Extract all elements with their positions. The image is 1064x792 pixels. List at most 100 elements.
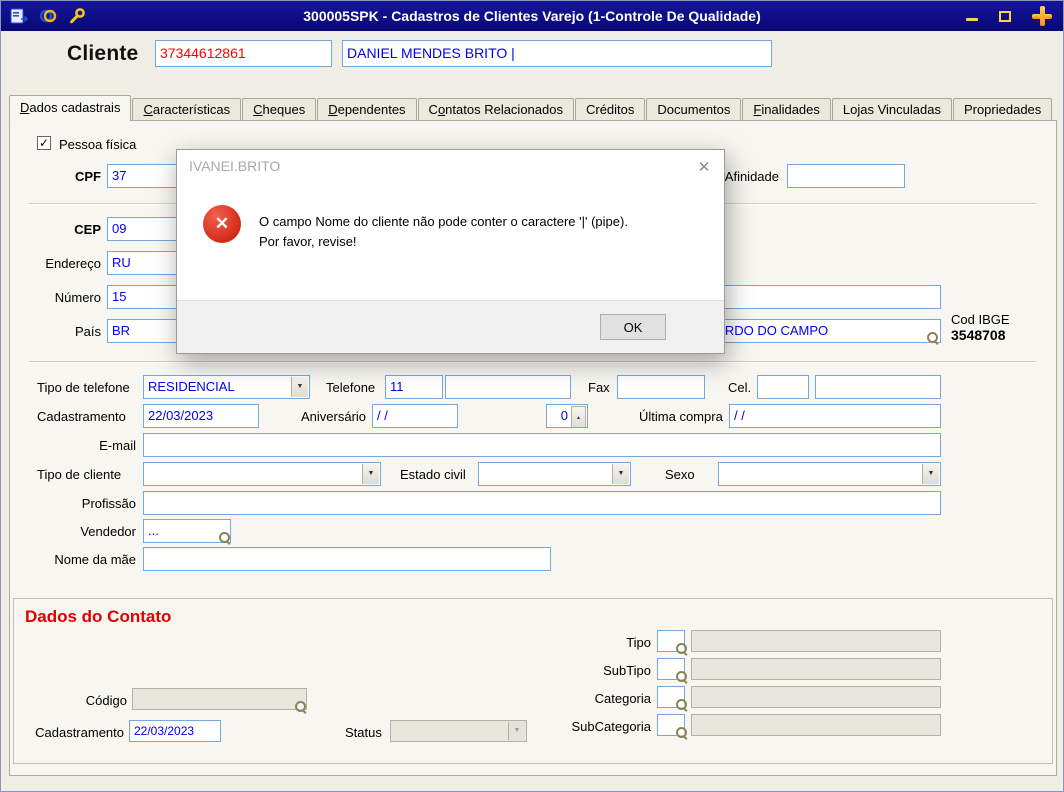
client-code-field[interactable]: 37344612861 [155,40,332,67]
aniversario-field[interactable]: / / [372,404,458,428]
status-label: Status [345,725,382,740]
dropdown-arrow-icon[interactable]: ▼ [362,464,379,484]
email-field[interactable] [143,433,941,457]
dropdown-arrow-icon[interactable]: ▼ [291,377,308,397]
tipo-label: Tipo [626,635,651,650]
magnifier-icon[interactable] [676,643,688,655]
tab-propriedades[interactable]: Propriedades [952,98,1053,120]
contato-cadastramento-label: Cadastramento [35,725,124,740]
contato-cadastramento-field[interactable]: 22/03/2023 [129,720,221,742]
vendedor-field[interactable]: ... [143,519,231,543]
minimize-button[interactable] [963,7,981,25]
client-name-field[interactable]: DANIEL MENDES BRITO | [342,40,772,67]
subtipo-desc-field [691,658,941,680]
pais-label: País [74,324,101,339]
endereco-label: Endereço [45,256,101,271]
magnifier-icon[interactable] [219,532,231,544]
cep-label: CEP [74,222,101,237]
cpf-label: CPF [75,169,101,184]
numero-label: Número [54,290,101,305]
ultima-compra-field[interactable]: / / [729,404,941,428]
tab-caracter-sticas[interactable]: Características [132,98,242,120]
vendedor-label: Vendedor [80,524,136,539]
dialog-message: O campo Nome do cliente não pode conter … [259,214,628,249]
telefone-ddd-field[interactable]: 11 [385,375,443,399]
sexo-select[interactable]: ▼ [718,462,941,486]
client-section-label: Cliente [67,42,139,65]
tab-contatos-relacionados[interactable]: Contatos Relacionados [417,98,574,120]
codigo-label: Código [85,693,127,708]
error-dialog: IVANEI.BRITO ✕ ✕ O campo Nome do cliente… [176,149,725,354]
email-label: E-mail [99,438,136,453]
close-button[interactable] [1029,3,1055,29]
nome-mae-field[interactable] [143,547,551,571]
magnifier-icon[interactable] [295,701,307,713]
status-select: ▼ [390,720,527,742]
dados-do-contato-title: Dados do Contato [25,607,172,626]
dialog-close-button[interactable]: ✕ [690,155,718,179]
ok-button[interactable]: OK [600,314,666,340]
aniversario-spinner[interactable]: 0 ▲ ▼ [546,404,588,428]
magnifier-icon[interactable] [676,727,688,739]
export-icon[interactable] [9,6,29,26]
tab-documentos[interactable]: Documentos [646,98,742,120]
cod-ibge-value: 3548708 [951,327,1006,343]
cadastramento-field[interactable]: 22/03/2023 [143,404,259,428]
ultima-compra-label: Última compra [639,409,723,424]
cadastramento-label: Cadastramento [37,409,126,424]
check-icon: ✓ [38,136,50,150]
window-title: 300005SPK - Cadastros de Clientes Varejo… [303,8,761,24]
dropdown-arrow-icon[interactable]: ▼ [922,464,939,484]
magnifier-icon[interactable] [927,332,939,344]
spin-up-button[interactable]: ▲ [571,406,586,427]
tipo-cliente-select[interactable]: ▼ [143,462,381,486]
cel-numero-field[interactable] [815,375,941,399]
separator [29,361,1036,363]
categoria-label: Categoria [594,691,651,706]
error-icon: ✕ [203,205,241,243]
tab-dependentes[interactable]: Dependentes [317,98,417,120]
telefone-numero-field[interactable] [445,375,571,399]
pessoa-fisica-checkbox[interactable]: ✓ [37,136,51,150]
estado-civil-label: Estado civil [400,467,466,482]
tab-lojas-vinculadas[interactable]: Lojas Vinculadas [831,98,952,120]
dropdown-arrow-icon: ▼ [508,722,525,740]
tipo-telefone-select[interactable]: RESIDENCIAL ▼ [143,375,310,399]
fax-field[interactable] [617,375,705,399]
sexo-label: Sexo [665,467,695,482]
wrench-icon[interactable] [67,6,87,26]
nome-mae-label: Nome da mãe [54,552,136,567]
tab-dados-cadastrais[interactable]: Dados cadastrais [9,95,132,121]
spinner-value: 0 [560,408,568,423]
categoria-desc-field [691,686,941,708]
tab-bar: Dados cadastrais Características Cheques De… [9,95,1053,121]
cel-label: Cel. [728,380,752,395]
magnifier-icon[interactable] [676,671,688,683]
tab-cheques[interactable]: Cheques [242,98,317,120]
tipo-desc-field [691,630,941,652]
dropdown-arrow-icon[interactable]: ▼ [612,464,629,484]
subcategoria-desc-field [691,714,941,736]
profissao-field[interactable] [143,491,941,515]
titlebar: 300005SPK - Cadastros de Clientes Varejo… [1,1,1063,31]
tab-cr-ditos[interactable]: Créditos [574,98,646,120]
spinner-buttons: ▲ ▼ [571,406,586,427]
estado-civil-select[interactable]: ▼ [478,462,631,486]
application-window: 300005SPK - Cadastros de Clientes Varejo… [0,0,1064,792]
pessoa-fisica-label: Pessoa física [59,137,137,152]
cod-ibge-label: Cod IBGE [951,312,1010,327]
close-icon: ✕ [697,159,711,176]
maximize-button[interactable] [996,7,1014,25]
subcategoria-label: SubCategoria [571,719,652,734]
magnifier-icon[interactable] [676,699,688,711]
codigo-field [132,688,307,710]
subtipo-label: SubTipo [603,663,651,678]
tipo-telefone-label: Tipo de telefone [37,380,130,395]
knot-logo-icon[interactable] [38,6,58,26]
tipo-cliente-label: Tipo de cliente [37,467,122,482]
tab-finalidades[interactable]: Finalidades [742,98,831,120]
telefone-label: Telefone [326,380,376,395]
cel-ddd-field[interactable] [757,375,809,399]
profissao-label: Profissão [81,496,136,511]
afinidade-field[interactable] [787,164,905,188]
